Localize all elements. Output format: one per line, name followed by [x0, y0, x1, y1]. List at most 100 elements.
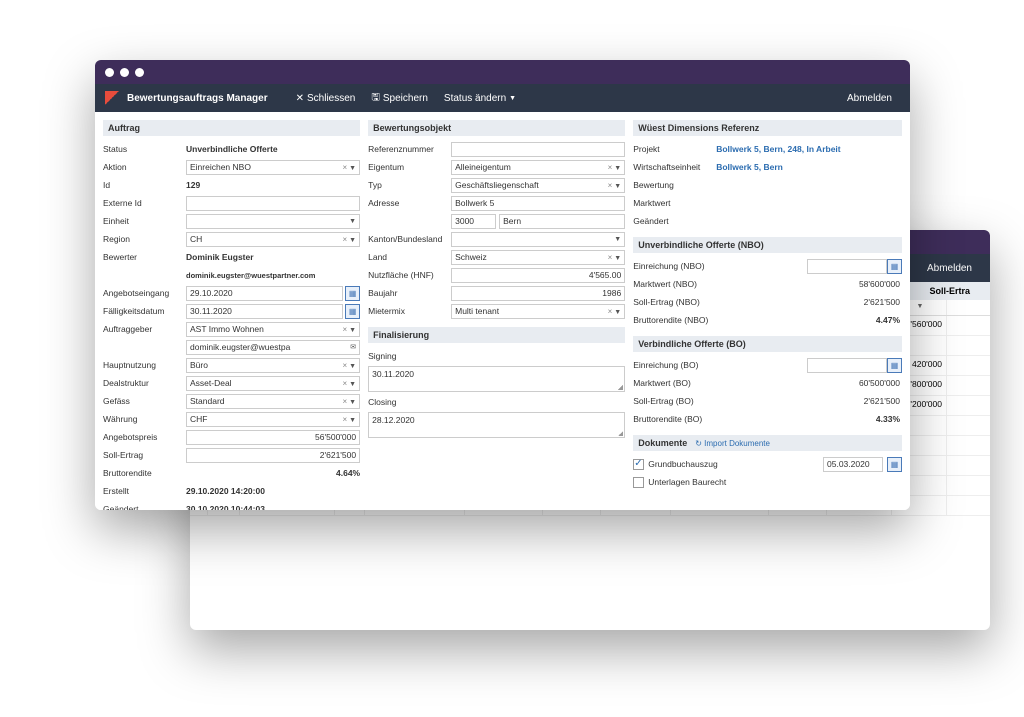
aktion-select[interactable]: Einreichen NBO×▼ — [186, 160, 360, 175]
kanton-select[interactable]: ▼ — [451, 232, 625, 247]
baujahr-input[interactable]: 1986 — [451, 286, 625, 301]
eingang-date-input[interactable]: 29.10.2020 — [186, 286, 343, 301]
calendar-icon[interactable]: ▦ — [887, 457, 902, 472]
save-icon: 🖫 — [371, 90, 380, 107]
wirtschaftseinheit-link[interactable]: Bollwerk 5, Bern — [716, 162, 902, 172]
logout-button[interactable]: Abmelden — [919, 260, 980, 277]
angebotspreis-input[interactable]: 56'500'000 — [186, 430, 360, 445]
objekt-column: Bewertungsobjekt Referenznummer Eigentum… — [368, 120, 625, 502]
label: Soll-Ertrag (BO) — [633, 396, 807, 406]
label: Bewerter — [103, 252, 183, 262]
referenznummer-input[interactable] — [451, 142, 625, 157]
unterlagen-checkbox[interactable] — [633, 477, 644, 488]
label: Marktwert (NBO) — [633, 279, 807, 289]
externe-id-input[interactable] — [186, 196, 360, 211]
typ-select[interactable]: Geschäftsliegenschaft×▼ — [451, 178, 625, 193]
calendar-icon[interactable]: ▦ — [887, 259, 902, 274]
einheit-select[interactable]: ▼ — [186, 214, 360, 229]
logout-button[interactable]: Abmelden — [839, 90, 900, 107]
label: Erstellt — [103, 486, 183, 496]
label: Bewertung — [633, 180, 713, 190]
label: Wirtschaftseinheit — [633, 162, 713, 172]
import-dokumente-link[interactable]: ↻ Import Dokumente — [695, 439, 770, 448]
closing-textarea[interactable]: 28.12.2020 — [368, 412, 625, 438]
grundbuch-date-input[interactable]: 05.03.2020 — [823, 457, 883, 472]
col-header[interactable]: Soll-Ertra — [929, 286, 970, 296]
id-value: 129 — [186, 180, 360, 190]
label: Auftraggeber — [103, 324, 183, 334]
nutzflaeche-input[interactable]: 4'565.00 — [451, 268, 625, 283]
status-change-button[interactable]: Status ändern ▼ — [436, 90, 524, 107]
ort-input[interactable]: Bern — [499, 214, 625, 229]
section-header: Wüest Dimensions Referenz — [633, 120, 902, 136]
soll-ertrag-nbo-value: 2'621'500 — [807, 297, 902, 307]
label: Währung — [103, 414, 183, 424]
waehrung-select[interactable]: CHF×▼ — [186, 412, 360, 427]
plz-input[interactable]: 3000 — [451, 214, 496, 229]
label: Externe Id — [103, 198, 183, 208]
hauptnutzung-select[interactable]: Büro×▼ — [186, 358, 360, 373]
chevron-down-icon: ▼ — [509, 95, 516, 102]
referenz-column: Wüest Dimensions Referenz ProjektBollwer… — [633, 120, 902, 502]
refresh-icon: ↻ — [695, 439, 702, 448]
einreichung-nbo-input[interactable] — [807, 259, 887, 274]
auftraggeber-select[interactable]: AST Immo Wohnen×▼ — [186, 322, 360, 337]
bruttorendite-nbo-value: 4.47% — [807, 315, 902, 325]
window-dot[interactable] — [105, 68, 114, 77]
einreichung-bo-input[interactable] — [807, 358, 887, 373]
label: Einreichung (NBO) — [633, 261, 807, 271]
erstellt-value: 29.10.2020 14:20:00 — [186, 486, 360, 496]
label: Soll-Ertrag — [103, 450, 183, 460]
label: Kanton/Bundesland — [368, 234, 448, 244]
mietermix-select[interactable]: Multi tenant×▼ — [451, 304, 625, 319]
auftraggeber-mail-input[interactable]: dominik.eugster@wuestpa✉ — [186, 340, 360, 355]
label: Einheit — [103, 216, 183, 226]
signing-textarea[interactable]: 30.11.2020 — [368, 366, 625, 392]
titlebar — [95, 60, 910, 84]
close-button[interactable]: ✕ Schliessen — [288, 90, 364, 107]
label: Aktion — [103, 162, 183, 172]
land-select[interactable]: Schweiz×▼ — [451, 250, 625, 265]
label: Id — [103, 180, 183, 190]
calendar-icon[interactable]: ▦ — [345, 286, 360, 301]
label: Bruttorendite (BO) — [633, 414, 807, 424]
label: Nutzfläche (HNF) — [368, 270, 448, 280]
toolbar: Bewertungsauftrags Manager ✕ Schliessen … — [95, 84, 910, 112]
projekt-link[interactable]: Bollwerk 5, Bern, 248, In Arbeit — [716, 144, 902, 154]
label: Projekt — [633, 144, 713, 154]
dealstruktur-select[interactable]: Asset-Deal×▼ — [186, 376, 360, 391]
region-select[interactable]: CH×▼ — [186, 232, 360, 247]
label: Status — [103, 144, 183, 154]
save-button[interactable]: 🖫 Speichern — [363, 87, 436, 110]
soll-ertrag-bo-value: 2'621'500 — [807, 396, 902, 406]
section-header: Dokumente↻ Import Dokumente — [633, 435, 902, 451]
calendar-icon[interactable]: ▦ — [345, 304, 360, 319]
bruttorendite-value: 4.64% — [186, 468, 360, 478]
section-header: Unverbindliche Offerte (NBO) — [633, 237, 902, 253]
bewerter-mail: dominik.eugster@wuestpartner.com — [186, 271, 360, 280]
label: Grundbuchauszug — [648, 459, 819, 469]
label: Adresse — [368, 198, 448, 208]
label: Fälligkeitsdatum — [103, 306, 183, 316]
calendar-icon[interactable]: ▦ — [887, 358, 902, 373]
label: Referenznummer — [368, 144, 448, 154]
label: Marktwert (BO) — [633, 378, 807, 388]
label: Closing — [368, 397, 448, 407]
label: Bruttorendite — [103, 468, 183, 478]
label: Typ — [368, 180, 448, 190]
gefaess-select[interactable]: Standard×▼ — [186, 394, 360, 409]
adresse-input[interactable]: Bollwerk 5 — [451, 196, 625, 211]
faellig-date-input[interactable]: 30.11.2020 — [186, 304, 343, 319]
bewerter-value: Dominik Eugster — [186, 252, 360, 262]
soll-ertrag-input[interactable]: 2'621'500 — [186, 448, 360, 463]
window-dot[interactable] — [135, 68, 144, 77]
label: Baujahr — [368, 288, 448, 298]
section-header: Bewertungsobjekt — [368, 120, 625, 136]
eigentum-select[interactable]: Alleineigentum×▼ — [451, 160, 625, 175]
app-logo — [105, 91, 119, 105]
grundbuch-checkbox[interactable] — [633, 459, 644, 470]
window-dot[interactable] — [120, 68, 129, 77]
label: Einreichung (BO) — [633, 360, 807, 370]
section-header: Verbindliche Offerte (BO) — [633, 336, 902, 352]
app-title: Bewertungsauftrags Manager — [127, 93, 268, 104]
